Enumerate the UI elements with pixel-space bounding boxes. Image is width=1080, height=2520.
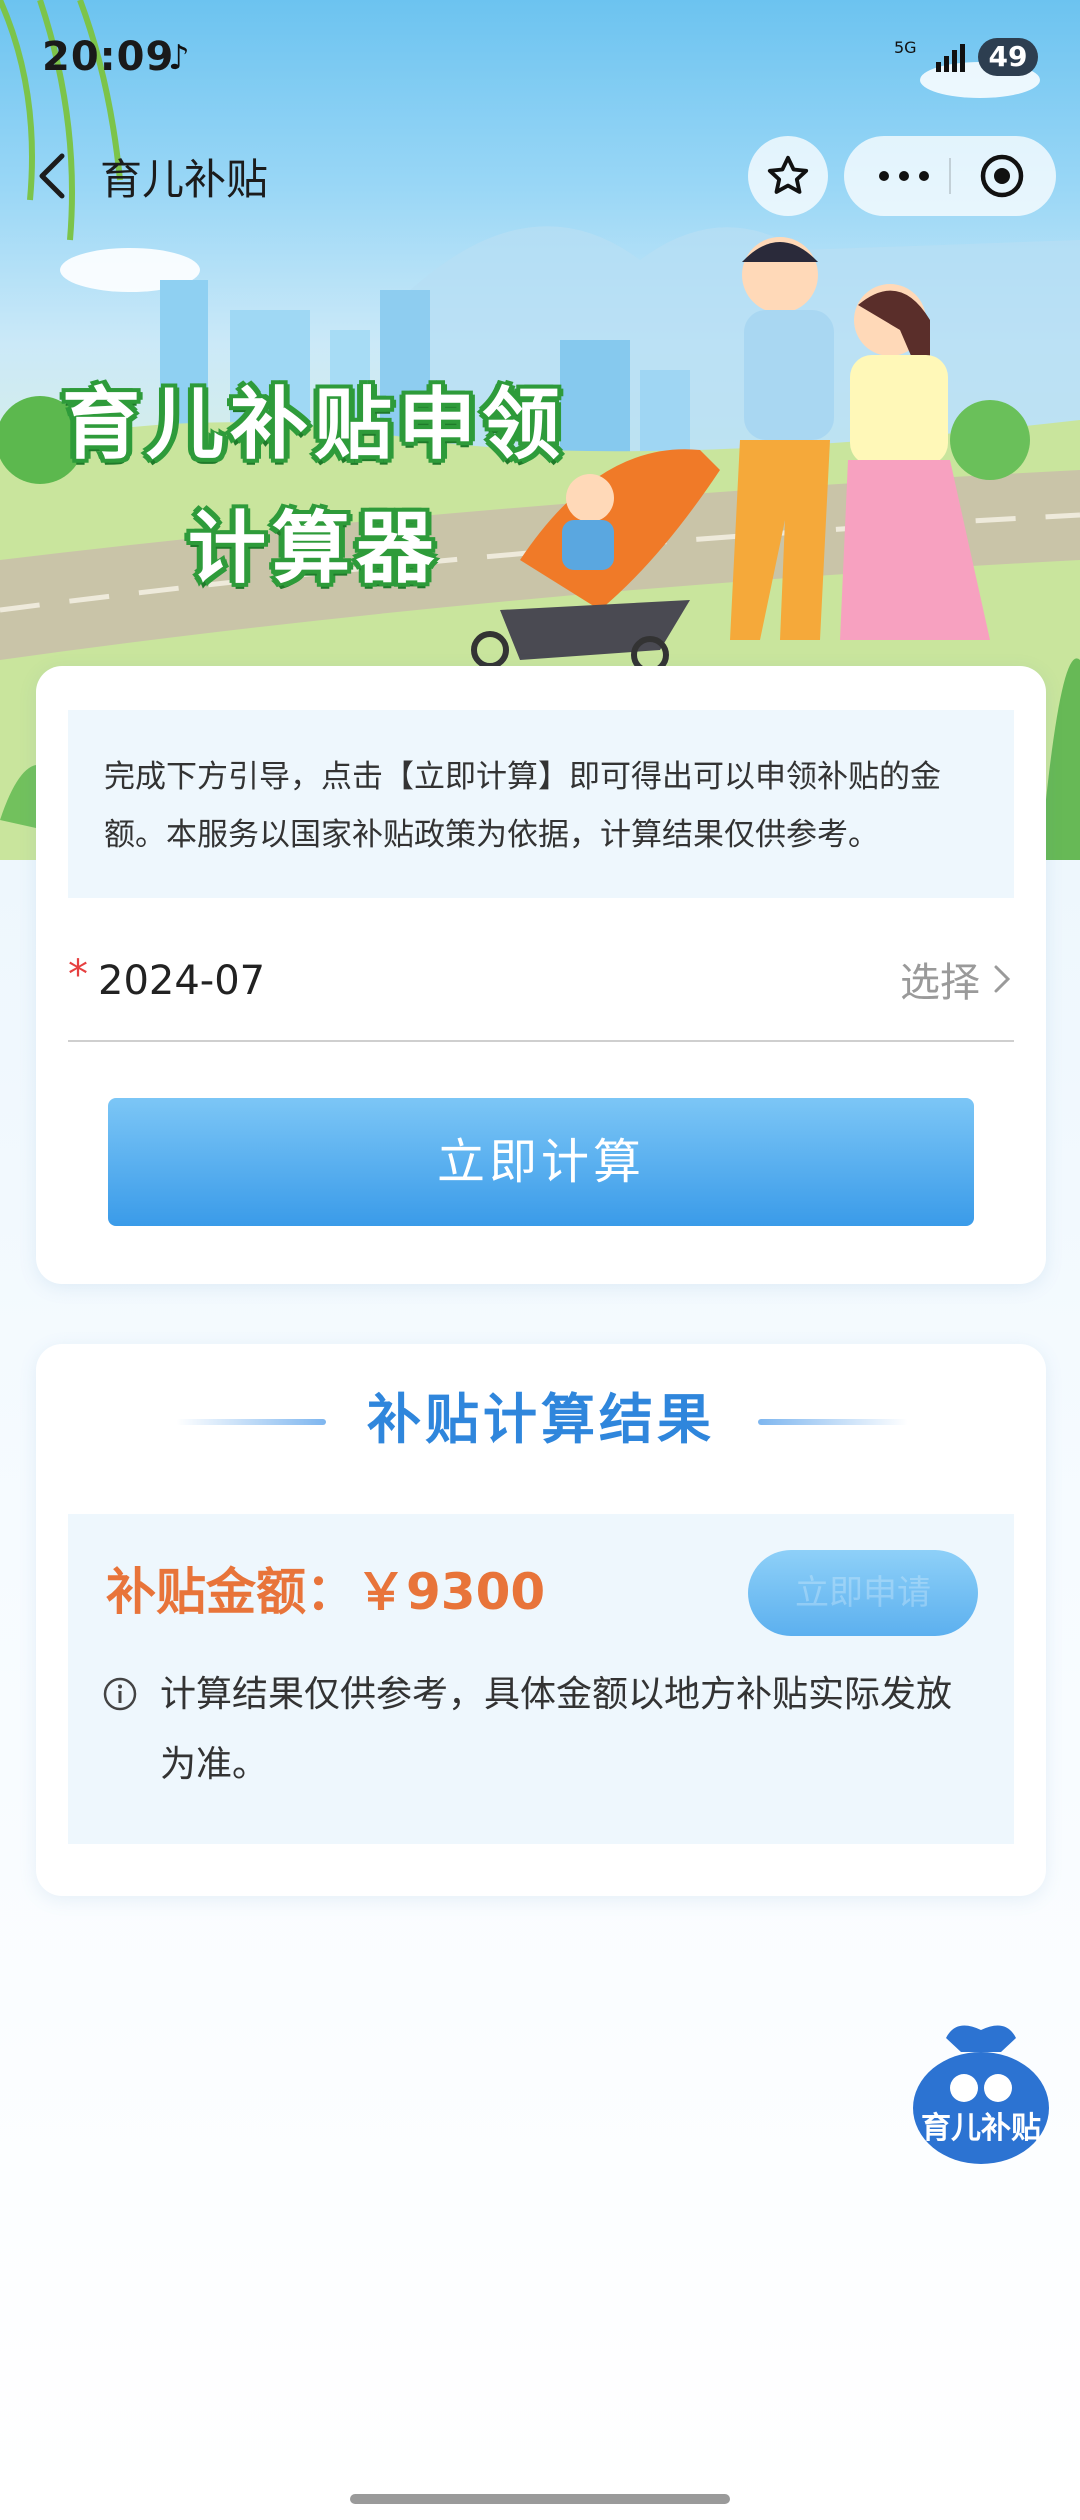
- intro-text: 完成下方引导，点击【立即计算】即可得出可以申领补贴的金额。本服务以国家补贴政策为…: [68, 710, 1014, 898]
- required-mark: *: [68, 952, 88, 998]
- subsidy-floating-button[interactable]: 育儿补贴: [906, 2008, 1056, 2168]
- result-heading-text: 补贴计算结果: [367, 1388, 715, 1451]
- more-icon[interactable]: [874, 156, 934, 196]
- favorite-button[interactable]: [748, 136, 828, 216]
- page-title: 育儿补贴: [100, 155, 269, 204]
- result-heading: 补贴计算结果: [36, 1380, 1046, 1460]
- result-box: 补贴金额：￥9300 立即申请 计算结果仅供参考，具体金额以地方补贴实际发放为准…: [68, 1514, 1014, 1844]
- date-select-button[interactable]: 选择: [900, 954, 1014, 1006]
- capsule-divider: [949, 158, 951, 194]
- navigation-bar: 育儿补贴: [0, 128, 1080, 228]
- miniprogram-capsule: [844, 136, 1056, 216]
- heading-line-right: [758, 1419, 908, 1425]
- result-card: 补贴计算结果 补贴金额：￥9300 立即申请 计算结果仅供参考，具体金额以地方补…: [36, 1344, 1046, 1896]
- calculator-card: 完成下方引导，点击【立即计算】即可得出可以申领补贴的金额。本服务以国家补贴政策为…: [36, 666, 1046, 1284]
- tiktok-icon: ♪: [168, 38, 190, 78]
- hero-title: 育儿补贴申领 计算器: [54, 362, 574, 598]
- birth-date-field[interactable]: * 2024-07 选择: [68, 928, 1014, 1042]
- network-type: 5G: [894, 38, 917, 57]
- subsidy-bag-icon: 育儿补贴: [913, 2025, 1049, 2164]
- home-indicator[interactable]: [350, 2494, 730, 2504]
- chevron-right-icon: [994, 965, 1011, 993]
- subsidy-amount: 补贴金额：￥9300: [106, 1563, 546, 1621]
- hero-title-line2: 计算器: [187, 504, 440, 594]
- calculate-button[interactable]: 立即计算: [108, 1098, 974, 1226]
- heading-line-left: [176, 1419, 326, 1425]
- back-arrow-icon[interactable]: [30, 148, 76, 204]
- select-label: 选择: [900, 960, 980, 1006]
- info-icon: [103, 1677, 137, 1711]
- star-icon: [767, 155, 809, 194]
- signal-icon: [936, 44, 965, 72]
- hero-title-line1: 育儿补贴申领: [61, 380, 566, 470]
- status-bar: 20:09 ♪ 5G 49: [0, 30, 1080, 90]
- disclaimer-note: 计算结果仅供参考，具体金额以地方补贴实际发放为准。: [160, 1674, 953, 1785]
- close-miniprogram-icon[interactable]: [978, 152, 1026, 200]
- fab-label: 育儿补贴: [921, 2111, 1041, 2146]
- battery-indicator: 49: [978, 38, 1038, 76]
- birth-date-value: 2024-07: [98, 958, 266, 1004]
- apply-button[interactable]: 立即申请: [748, 1550, 978, 1636]
- status-time: 20:09: [42, 34, 175, 80]
